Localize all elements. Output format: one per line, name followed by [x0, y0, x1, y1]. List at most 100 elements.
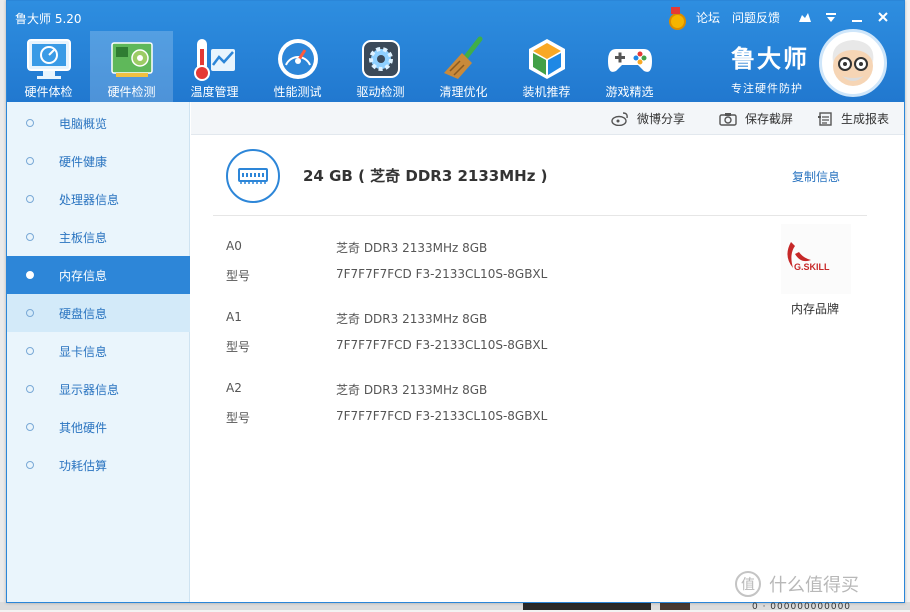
model-label: 型号 — [226, 340, 251, 354]
sidebar-item-label: 硬件健康 — [59, 154, 108, 169]
nav-performance[interactable]: 性能测试 — [256, 31, 339, 102]
sidebar-item-label: 处理器信息 — [59, 192, 120, 207]
sidebar-item-other[interactable]: 其他硬件 — [7, 408, 190, 446]
app-window: 鲁大师 5.20 论坛 问题反馈 硬件体检 硬件检测 温度管理 性能测试 驱动检… — [6, 0, 905, 603]
sidebar-item-label: 显卡信息 — [59, 344, 108, 359]
main-content: 微博分享 保存截屏 生成报表 24 GB ( 芝奇 DDR3 2133MHz )… — [191, 102, 904, 602]
weibo-share-label: 微博分享 — [637, 112, 686, 126]
bullet-icon — [26, 233, 34, 241]
circuit-board-icon — [110, 42, 153, 77]
bullet-icon — [26, 271, 34, 279]
slot-label: A2 — [226, 381, 242, 395]
nav-games[interactable]: 游戏精选 — [588, 31, 671, 102]
speedometer-icon — [277, 39, 318, 79]
nav-hardware-checkup[interactable]: 硬件体检 — [7, 31, 90, 102]
sidebar-item-motherboard[interactable]: 主板信息 — [7, 218, 190, 256]
sidebar-item-memory[interactable]: 内存信息 — [7, 256, 190, 294]
camera-icon — [719, 112, 737, 126]
bullet-icon — [26, 347, 34, 355]
report-icon — [818, 111, 832, 126]
bullet-icon — [26, 461, 34, 469]
forum-link[interactable]: 论坛 — [696, 9, 720, 26]
slot-description: 芝奇 DDR3 2133MHz 8GB — [336, 383, 488, 397]
gamepad-icon — [607, 49, 652, 72]
weibo-icon — [611, 111, 628, 126]
bullet-icon — [26, 385, 34, 393]
cube-icon — [528, 39, 565, 79]
sidebar-item-label: 功耗估算 — [59, 458, 108, 473]
sidebar-item-label: 硬盘信息 — [59, 306, 108, 321]
skin-icon[interactable] — [792, 7, 818, 27]
slot-label: A1 — [226, 310, 242, 324]
model-value: 7F7F7F7FCD F3-2133CL10S-8GBXL — [336, 338, 548, 352]
mascot-avatar[interactable] — [819, 29, 887, 97]
nav-label: 硬件体检 — [24, 85, 73, 99]
sidebar-item-label: 其他硬件 — [59, 420, 108, 435]
title-links: 论坛 问题反馈 — [666, 7, 896, 30]
medal-icon[interactable] — [666, 7, 686, 30]
model-label: 型号 — [226, 411, 251, 425]
nav-label: 硬件检测 — [107, 85, 156, 99]
sidebar-item-gpu[interactable]: 显卡信息 — [7, 332, 190, 370]
gskill-logo: G.SKILL — [781, 224, 851, 294]
slot-description: 芝奇 DDR3 2133MHz 8GB — [336, 241, 488, 255]
brand-name: 鲁大师 — [731, 45, 809, 73]
save-screenshot-button[interactable]: 保存截屏 — [719, 102, 793, 135]
minimize-icon[interactable] — [844, 7, 870, 27]
sidebar-item-health[interactable]: 硬件健康 — [7, 142, 190, 180]
bullet-icon — [26, 195, 34, 203]
nav-label: 清理优化 — [439, 85, 488, 99]
nav-build-recommend[interactable]: 装机推荐 — [505, 31, 588, 102]
memory-icon — [226, 149, 280, 203]
copy-info-link[interactable]: 复制信息 — [792, 168, 840, 185]
divider — [213, 215, 867, 216]
watermark: 值 什么值得买 — [735, 569, 905, 599]
main-nav: 硬件体检 硬件检测 温度管理 性能测试 驱动检测 清理优化 装机推荐 游戏精选 — [7, 31, 671, 102]
slot-description: 芝奇 DDR3 2133MHz 8GB — [336, 312, 488, 326]
nav-hardware-detect[interactable]: 硬件检测 — [90, 31, 173, 102]
watermark-text: 什么值得买 — [769, 575, 859, 596]
bullet-icon — [26, 119, 34, 127]
close-icon[interactable] — [870, 7, 896, 27]
feedback-link[interactable]: 问题反馈 — [732, 9, 780, 26]
bullet-icon — [26, 423, 34, 431]
top-bar: 鲁大师 5.20 论坛 问题反馈 硬件体检 硬件检测 温度管理 性能测试 驱动检… — [7, 1, 904, 102]
menu-dropdown-icon[interactable] — [818, 7, 844, 27]
nav-label: 驱动检测 — [356, 85, 405, 99]
monitor-icon — [26, 39, 71, 79]
memory-summary: 24 GB ( 芝奇 DDR3 2133MHz ) — [303, 167, 548, 185]
sidebar-item-label: 显示器信息 — [59, 382, 120, 397]
generate-report-label: 生成报表 — [841, 112, 890, 126]
nav-label: 温度管理 — [190, 85, 239, 99]
model-label: 型号 — [226, 269, 251, 283]
nav-label: 性能测试 — [273, 85, 322, 99]
nav-temperature[interactable]: 温度管理 — [173, 31, 256, 102]
nav-cleanup[interactable]: 清理优化 — [422, 31, 505, 102]
brand-caption: 内存品牌 — [791, 302, 840, 316]
sidebar: 电脑概览 硬件健康 处理器信息 主板信息 内存信息 硬盘信息 显卡信息 显示器信… — [7, 102, 190, 602]
sidebar-item-cpu[interactable]: 处理器信息 — [7, 180, 190, 218]
weibo-share-button[interactable]: 微博分享 — [611, 102, 685, 135]
model-value: 7F7F7F7FCD F3-2133CL10S-8GBXL — [336, 267, 548, 281]
gear-icon — [361, 40, 400, 78]
desktop-text: 0 · 000000000000 — [752, 602, 852, 612]
sidebar-item-power[interactable]: 功耗估算 — [7, 446, 190, 484]
broom-icon — [443, 36, 482, 79]
sidebar-item-overview[interactable]: 电脑概览 — [7, 104, 190, 142]
sidebar-item-display[interactable]: 显示器信息 — [7, 370, 190, 408]
bullet-icon — [26, 157, 34, 165]
generate-report-button[interactable]: 生成报表 — [817, 102, 889, 135]
gskill-logo-text: G.SKILL — [794, 262, 830, 272]
app-title: 鲁大师 5.20 — [15, 12, 82, 26]
nav-label: 游戏精选 — [605, 85, 654, 99]
content-toolbar: 微博分享 保存截屏 生成报表 — [191, 102, 904, 135]
slot-label: A0 — [226, 239, 242, 253]
sidebar-item-label: 内存信息 — [59, 268, 108, 283]
watermark-icon: 值 — [735, 571, 761, 597]
sidebar-item-label: 主板信息 — [59, 230, 108, 245]
nav-driver[interactable]: 驱动检测 — [339, 31, 422, 102]
sidebar-item-disk[interactable]: 硬盘信息 — [7, 294, 190, 332]
model-value: 7F7F7F7FCD F3-2133CL10S-8GBXL — [336, 409, 548, 423]
brand: 鲁大师 专注硬件防护 — [731, 39, 809, 96]
brand-slogan: 专注硬件防护 — [731, 82, 803, 95]
